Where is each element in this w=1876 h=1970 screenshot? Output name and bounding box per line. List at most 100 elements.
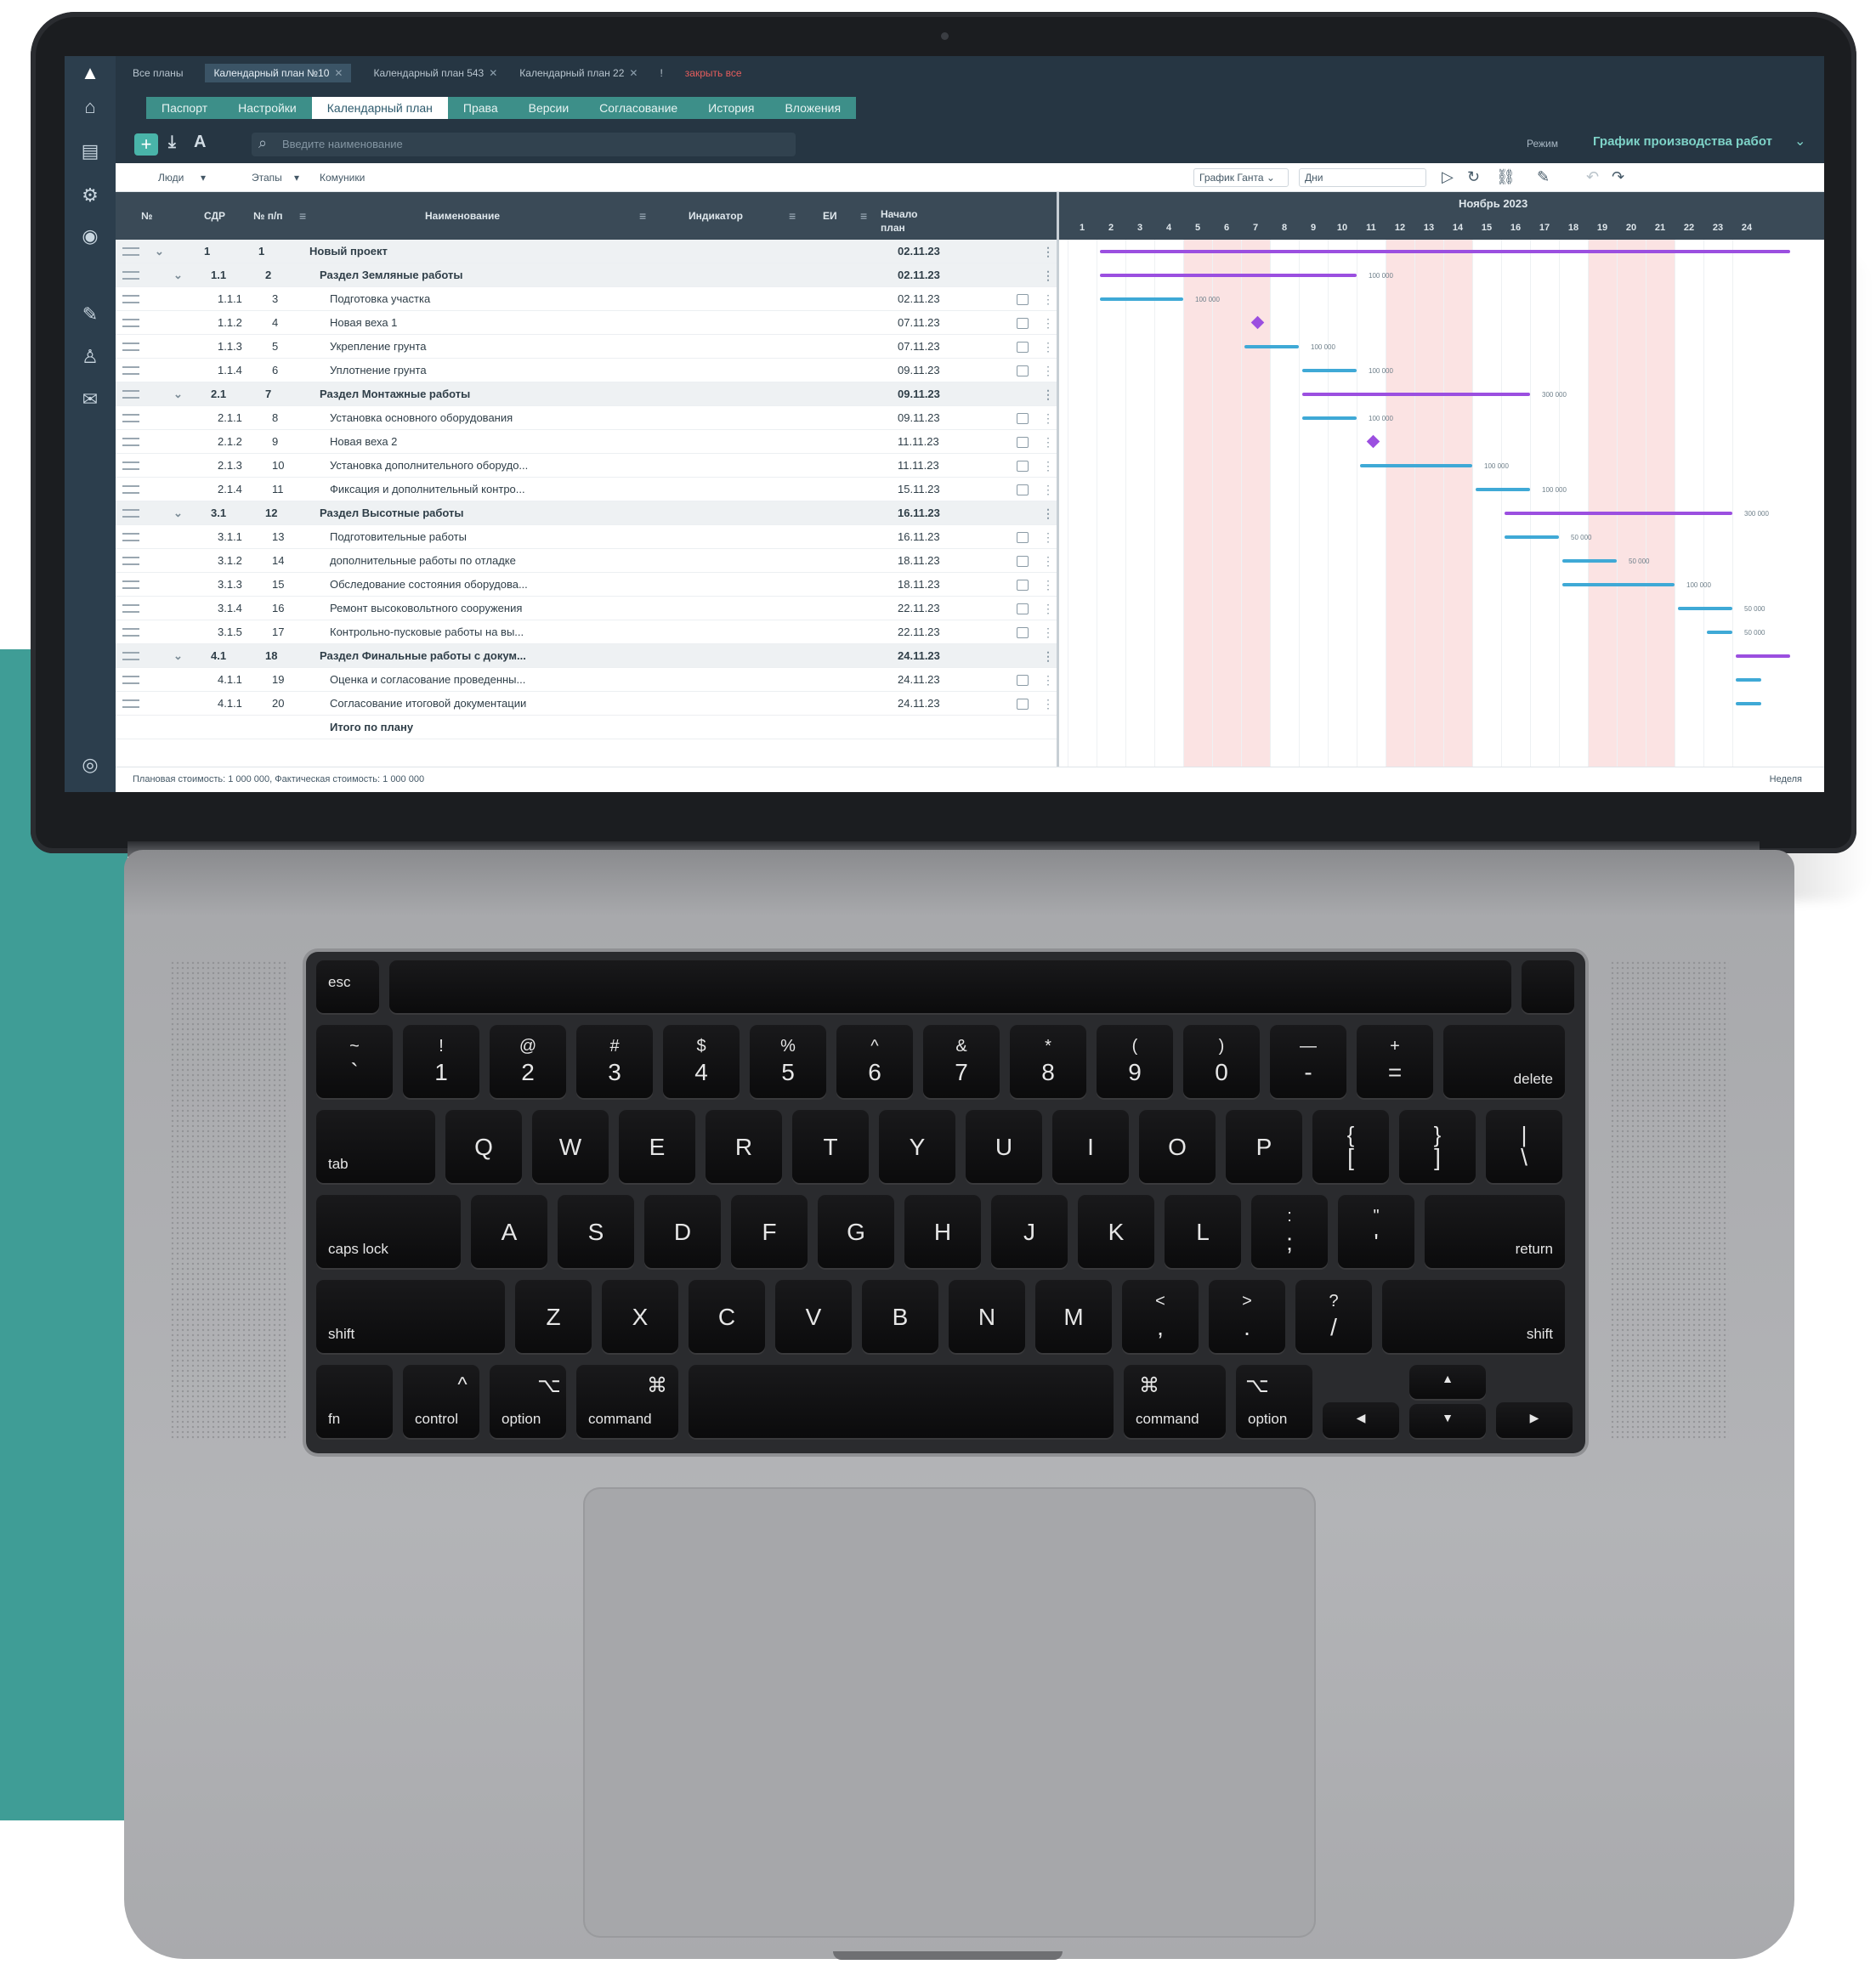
- window-tab[interactable]: Календарный план 543 ✕: [373, 67, 497, 79]
- tab-key[interactable]: tab: [316, 1110, 435, 1183]
- table-row[interactable]: 3.1.4 16 Ремонт высоковольтного сооружения…: [116, 597, 1059, 620]
- letter-key[interactable]: T: [792, 1110, 869, 1183]
- table-row[interactable]: 2.1.4 11 Фиксация и дополнительный контро.…: [116, 478, 1059, 501]
- drag-handle-icon[interactable]: [122, 699, 139, 708]
- calendar-icon[interactable]: [1017, 532, 1029, 543]
- letter-key[interactable]: I: [1052, 1110, 1129, 1183]
- refresh-icon[interactable]: ↻: [1467, 168, 1480, 186]
- window-tab[interactable]: !: [660, 67, 662, 79]
- mail-icon[interactable]: ✉: [78, 388, 102, 411]
- search-box[interactable]: ⌕ Введите наименование: [252, 133, 796, 156]
- calendar-icon[interactable]: [1017, 294, 1029, 305]
- subtab-1[interactable]: Настройки: [223, 97, 312, 119]
- total-row[interactable]: Итого по плану: [116, 716, 1059, 739]
- undo-icon[interactable]: ↶: [1586, 168, 1599, 186]
- add-button[interactable]: +: [134, 133, 158, 156]
- letter-key[interactable]: L: [1165, 1195, 1241, 1268]
- drag-handle-icon[interactable]: [122, 461, 139, 470]
- calendar-icon[interactable]: [1017, 580, 1029, 591]
- arrow-left-key[interactable]: ◀: [1323, 1402, 1399, 1438]
- arrow-down-key[interactable]: ▼: [1409, 1404, 1486, 1438]
- letter-key[interactable]: N: [949, 1280, 1025, 1353]
- drag-handle-icon[interactable]: [122, 604, 139, 613]
- task-bar[interactable]: [1678, 607, 1732, 610]
- task-bar[interactable]: [1736, 678, 1761, 682]
- subtab-3[interactable]: Права: [448, 97, 513, 119]
- table-row[interactable]: 2.1.2 9 Новая веха 2 11.11.23 ⋮: [116, 430, 1059, 454]
- summary-bar[interactable]: [1100, 274, 1357, 277]
- arrow-up-key[interactable]: ▲: [1409, 1365, 1486, 1399]
- drag-handle-icon[interactable]: [122, 533, 139, 541]
- home-icon[interactable]: ⌂: [78, 95, 102, 119]
- calendar-icon[interactable]: [1017, 603, 1029, 614]
- letter-key[interactable]: A: [471, 1195, 547, 1268]
- table-row[interactable]: 1.1.3 5 Укрепление грунта 07.11.23 ⋮: [116, 335, 1059, 359]
- drag-handle-icon[interactable]: [122, 652, 139, 660]
- summary-bar[interactable]: [1100, 250, 1790, 253]
- table-row[interactable]: ⌄ 1.1 2 Раздел Земляные работы 02.11.23 ⋮: [116, 263, 1059, 287]
- letter-key[interactable]: O: [1139, 1110, 1216, 1183]
- caps-lock-key[interactable]: caps lock: [316, 1195, 461, 1268]
- close-icon[interactable]: ✕: [334, 67, 343, 79]
- table-row[interactable]: 4.1.1 19 Оценка и согласование проведенны.…: [116, 668, 1059, 692]
- punct-key[interactable]: :;: [1251, 1195, 1328, 1268]
- layers-icon[interactable]: ▤: [78, 139, 102, 163]
- calendar-icon[interactable]: [1017, 556, 1029, 567]
- number-key[interactable]: % 5: [750, 1025, 826, 1098]
- more-icon[interactable]: ⋮: [1042, 501, 1054, 525]
- calendar-icon[interactable]: [1017, 342, 1029, 353]
- number-key[interactable]: — -: [1270, 1025, 1346, 1098]
- task-bar[interactable]: [1736, 702, 1761, 705]
- filter-people[interactable]: Люди: [158, 172, 184, 184]
- chevron-down-icon[interactable]: ⌄: [173, 501, 183, 525]
- calendar-icon[interactable]: [1017, 627, 1029, 638]
- gear-icon[interactable]: ⚙: [78, 184, 102, 207]
- brush-icon[interactable]: ✎: [1537, 168, 1550, 186]
- table-row[interactable]: 3.1.5 17 Контрольно-пусковые работы на вы.…: [116, 620, 1059, 644]
- number-key[interactable]: + =: [1357, 1025, 1433, 1098]
- number-key[interactable]: & 7: [923, 1025, 1000, 1098]
- calendar-icon[interactable]: [1017, 461, 1029, 472]
- window-tab[interactable]: закрыть все: [685, 67, 742, 79]
- table-row[interactable]: 3.1.1 13 Подготовительные работы 16.11.23 ⋮: [116, 525, 1059, 549]
- arrow-right-key[interactable]: ▶: [1496, 1402, 1573, 1438]
- number-key[interactable]: ) 0: [1183, 1025, 1260, 1098]
- letter-key[interactable]: W: [532, 1110, 609, 1183]
- table-row[interactable]: 3.1.2 14 дополнительные работы по отладке 1…: [116, 549, 1059, 573]
- drag-handle-icon[interactable]: [122, 438, 139, 446]
- filter-icon[interactable]: ≡: [299, 192, 306, 240]
- col-wbs[interactable]: СДР: [204, 192, 225, 240]
- number-key[interactable]: $4: [663, 1025, 740, 1098]
- more-icon[interactable]: ⋮: [1042, 240, 1054, 263]
- subtab-6[interactable]: История: [693, 97, 769, 119]
- esc-key[interactable]: esc: [316, 960, 379, 1013]
- more-icon[interactable]: ⋮: [1042, 359, 1054, 382]
- number-key[interactable]: @2: [490, 1025, 566, 1098]
- more-icon[interactable]: ⋮: [1042, 549, 1054, 573]
- col-num[interactable]: №: [141, 192, 152, 240]
- trackpad[interactable]: [583, 1487, 1316, 1938]
- table-row[interactable]: 2.1.3 10 Установка дополнительного оборудо…: [116, 454, 1059, 478]
- chevron-down-icon[interactable]: ⌄: [173, 382, 183, 406]
- scale-select[interactable]: Дни: [1299, 168, 1426, 187]
- calendar-icon[interactable]: [1017, 365, 1029, 376]
- letter-key[interactable]: P: [1226, 1110, 1302, 1183]
- letter-key[interactable]: E: [619, 1110, 695, 1183]
- redo-icon[interactable]: ↷: [1612, 168, 1624, 186]
- drag-handle-icon[interactable]: [122, 485, 139, 494]
- task-bar[interactable]: [1302, 369, 1357, 372]
- subtab-2[interactable]: Календарный план: [311, 97, 448, 119]
- filter-comms[interactable]: Комуники: [320, 172, 365, 184]
- letter-key[interactable]: K: [1078, 1195, 1154, 1268]
- punct-key[interactable]: ? /: [1295, 1280, 1372, 1353]
- bracket-key[interactable]: | \: [1486, 1110, 1562, 1183]
- col-indicator[interactable]: Индикатор: [689, 192, 743, 240]
- col-order[interactable]: № п/п: [253, 192, 283, 240]
- letter-key[interactable]: R: [706, 1110, 782, 1183]
- drag-handle-icon[interactable]: [122, 271, 139, 280]
- drag-handle-icon[interactable]: [122, 628, 139, 637]
- more-icon[interactable]: ⋮: [1042, 692, 1054, 716]
- task-bar[interactable]: [1562, 559, 1617, 563]
- letter-key[interactable]: Q: [445, 1110, 522, 1183]
- summary-bar[interactable]: [1505, 512, 1732, 515]
